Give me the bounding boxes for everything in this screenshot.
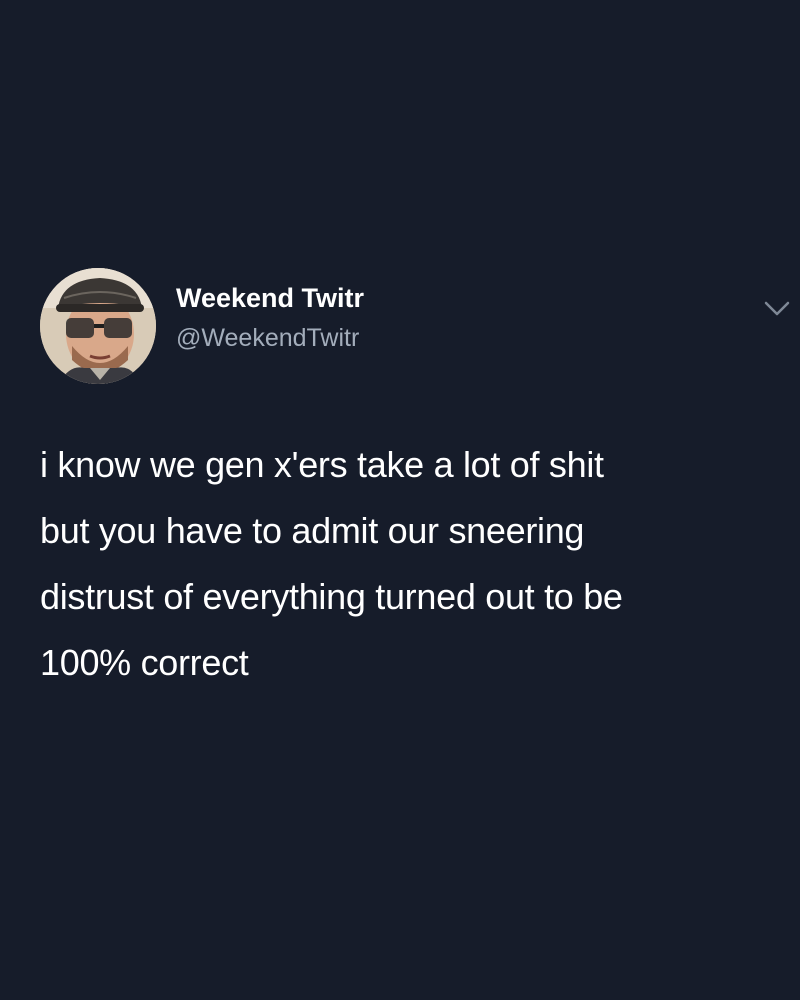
author-names: Weekend Twitr @WeekendTwitr xyxy=(176,282,364,354)
avatar[interactable] xyxy=(40,268,156,384)
tweet-text: i know we gen x'ers take a lot of shit b… xyxy=(40,444,623,683)
author-display-name[interactable]: Weekend Twitr xyxy=(176,282,364,314)
tweet-header: Weekend Twitr @WeekendTwitr xyxy=(40,268,800,384)
avatar-photo-icon xyxy=(40,268,156,384)
author-handle[interactable]: @WeekendTwitr xyxy=(176,322,364,354)
chevron-down-icon[interactable] xyxy=(762,298,792,320)
tweet-card: Weekend Twitr @WeekendTwitr i know we ge… xyxy=(0,0,800,1000)
